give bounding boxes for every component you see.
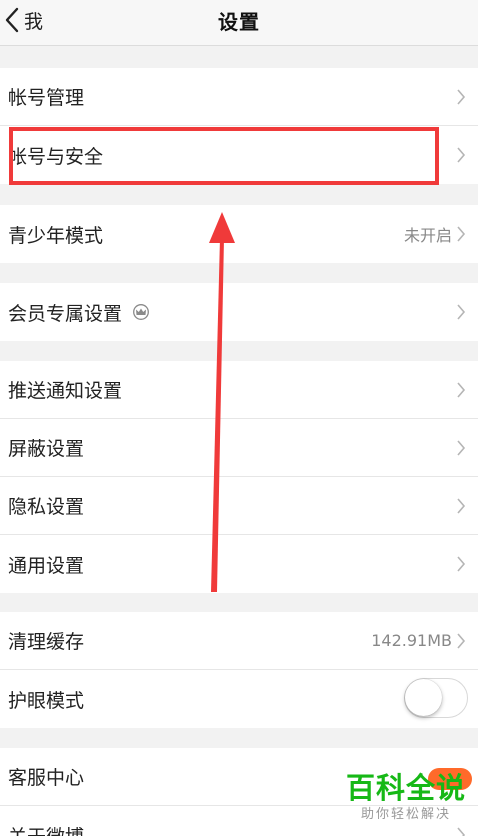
eye-protection-toggle[interactable]	[404, 678, 468, 718]
youth-mode-status: 未开启	[403, 226, 452, 245]
crown-icon	[133, 304, 149, 320]
settings-item-label: 护眼模式	[8, 689, 85, 712]
settings-item-label: 隐私设置	[8, 496, 85, 518]
chevron-right-icon	[457, 89, 466, 105]
chevron-right-icon	[457, 633, 466, 649]
watermark-title: 百科全说	[346, 771, 467, 805]
chevron-right-icon	[457, 556, 466, 572]
chevron-right-icon	[457, 440, 466, 456]
settings-item-label: 帐号管理	[8, 87, 85, 109]
settings-item-label: 推送通知设置	[8, 380, 123, 402]
preferences-group: 推送通知设置 屏蔽设置 隐私设置 通用设置	[0, 361, 478, 593]
settings-item-label: 通用设置	[8, 554, 85, 577]
page-title: 设置	[218, 10, 260, 34]
settings-item-account-management[interactable]: 帐号管理	[0, 68, 478, 126]
settings-item-privacy-settings[interactable]: 隐私设置	[0, 477, 478, 535]
account-group: 帐号管理 帐号与安全	[0, 68, 478, 184]
settings-item-label: 青少年模式	[8, 224, 104, 247]
settings-item-label: 关于微博	[8, 822, 84, 836]
chevron-right-icon	[457, 226, 466, 242]
settings-item-youth-mode[interactable]: 青少年模式 未开启	[0, 205, 478, 263]
cache-size: 142.91MB	[371, 631, 452, 650]
navigation-bar: 我 设置	[0, 0, 478, 46]
settings-item-block-settings[interactable]: 屏蔽设置	[0, 419, 478, 477]
settings-item-label: 屏蔽设置	[8, 438, 85, 460]
settings-item-label: 客服中心	[8, 767, 85, 789]
settings-item-general-settings[interactable]: 通用设置	[0, 535, 478, 593]
youth-group: 青少年模式 未开启	[0, 205, 478, 263]
settings-item-label: 会员专属设置	[8, 302, 123, 325]
toggle-knob	[405, 679, 442, 716]
chevron-right-icon	[457, 827, 466, 836]
settings-item-member-settings[interactable]: 会员专属设置	[0, 283, 478, 341]
settings-item-eye-protection: 护眼模式	[0, 670, 478, 728]
settings-item-push-notifications[interactable]: 推送通知设置	[0, 361, 478, 419]
chevron-right-icon	[457, 147, 466, 163]
settings-item-clear-cache[interactable]: 清理缓存 142.91MB	[0, 612, 478, 670]
storage-group: 清理缓存 142.91MB 护眼模式	[0, 612, 478, 728]
member-group: 会员专属设置	[0, 283, 478, 341]
settings-screen: 我 设置 帐号管理 帐号与安全 青少年模式 未开启 会员专属设置 推送通知设置 …	[0, 0, 478, 836]
watermark: 百科全说 助你轻松解决	[346, 770, 466, 824]
watermark-subtitle: 助你轻松解决	[360, 807, 451, 822]
chevron-right-icon	[457, 498, 466, 514]
settings-item-account-security[interactable]: 帐号与安全	[0, 126, 478, 184]
settings-item-label: 清理缓存	[8, 631, 85, 653]
settings-item-label: 帐号与安全	[8, 145, 104, 168]
chevron-right-icon	[457, 304, 466, 320]
chevron-right-icon	[457, 382, 466, 398]
